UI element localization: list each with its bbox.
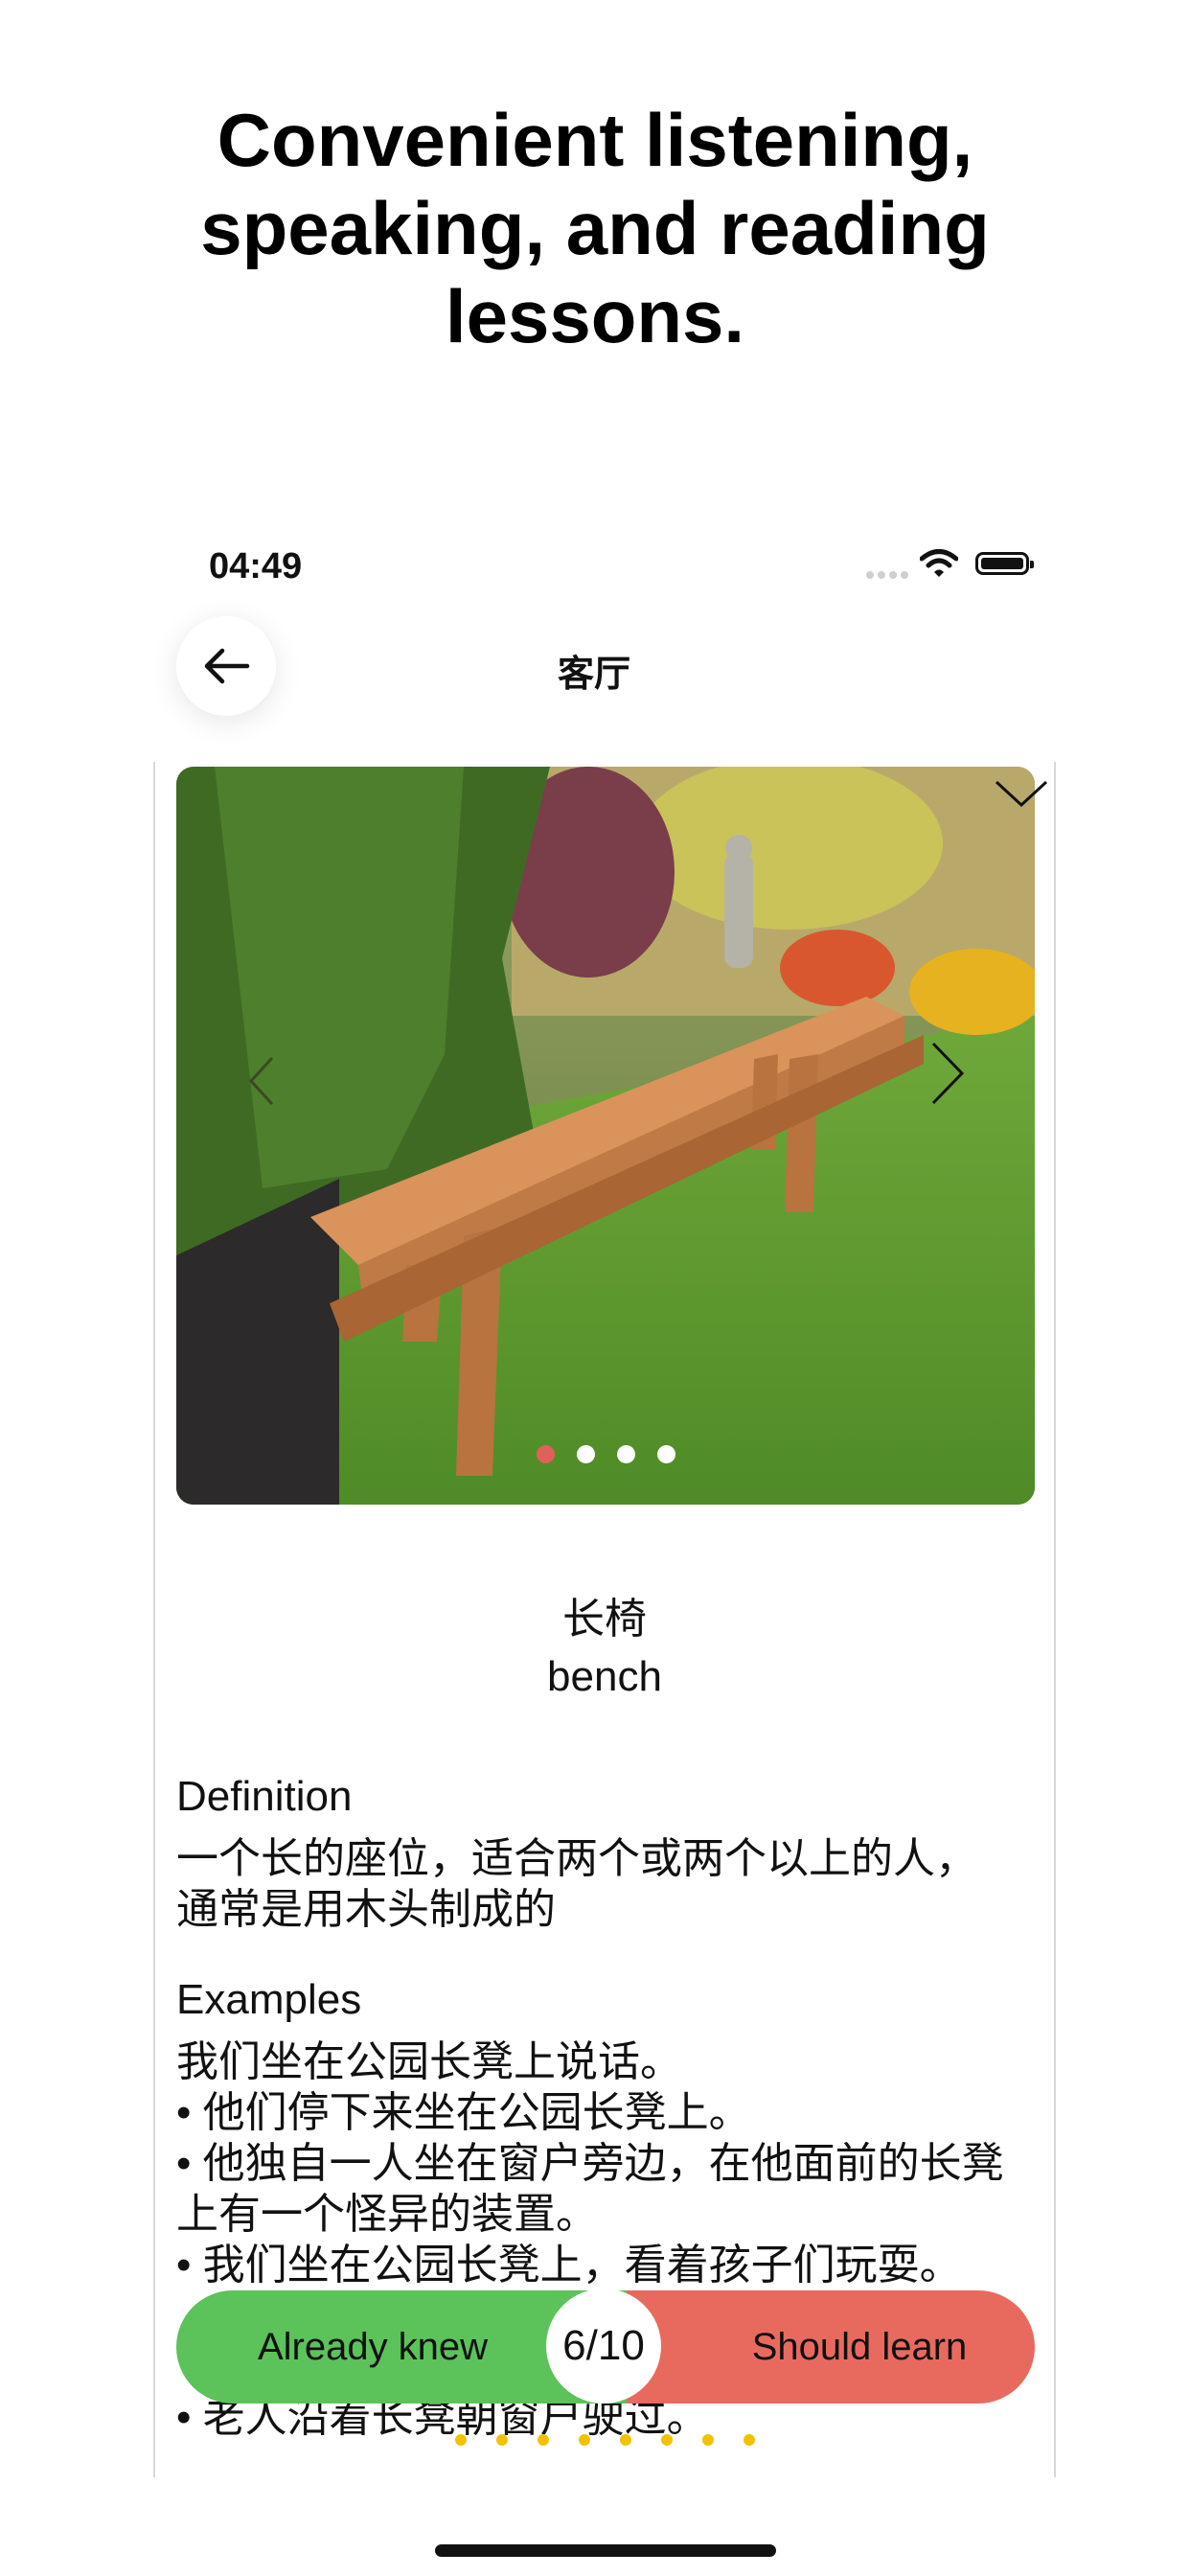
page-title: 客厅 [557, 655, 630, 695]
word-image[interactable] [176, 767, 1035, 1505]
chevron-right-icon[interactable] [927, 1040, 966, 1107]
wifi-icon [920, 549, 958, 577]
example-item: • 我们坐在公园长凳上，看着孩子们玩耍。 [176, 2242, 962, 2288]
image-dot[interactable] [657, 1445, 675, 1463]
battery-icon [975, 552, 1034, 575]
status-time: 04:49 [209, 546, 303, 586]
example-item: • 他独自一人坐在窗户旁边，在他面前的长凳上有一个怪异的装置。 [176, 2140, 1004, 2238]
image-dot[interactable] [617, 1445, 635, 1463]
word-heading: 长椅 bench [153, 1591, 1056, 1706]
progress-dots [455, 2434, 755, 2446]
status-bar: 04:49 [209, 544, 1038, 592]
definition-title: Definition [176, 1773, 353, 1820]
image-dot[interactable] [577, 1445, 595, 1463]
progress-counter: 6/10 [546, 2288, 661, 2404]
chevron-left-icon[interactable] [247, 1054, 276, 1108]
promo-headline: Convenient listening, speaking, and read… [200, 98, 990, 358]
word-english: bench [547, 1653, 662, 1700]
example-item: 我们坐在公园长凳上说话。 [176, 2038, 682, 2085]
chevron-down-icon[interactable] [993, 776, 1050, 811]
example-item: • 他们停下来坐在公园长凳上。 [176, 2089, 751, 2136]
definition-text: 一个长的座位，适合两个或两个以上的人，通常是用木头制成的 [176, 1835, 977, 1933]
image-pagination [537, 1445, 675, 1463]
word-chinese: 长椅 [562, 1596, 647, 1643]
home-indicator[interactable] [435, 2544, 776, 2557]
cellular-signal-icon [866, 571, 908, 579]
examples-title: Examples [176, 1976, 362, 2023]
image-dot[interactable] [537, 1445, 555, 1463]
nav-bar: 客厅 [153, 613, 1035, 719]
should-learn-button[interactable]: Should learn [627, 2290, 1035, 2404]
